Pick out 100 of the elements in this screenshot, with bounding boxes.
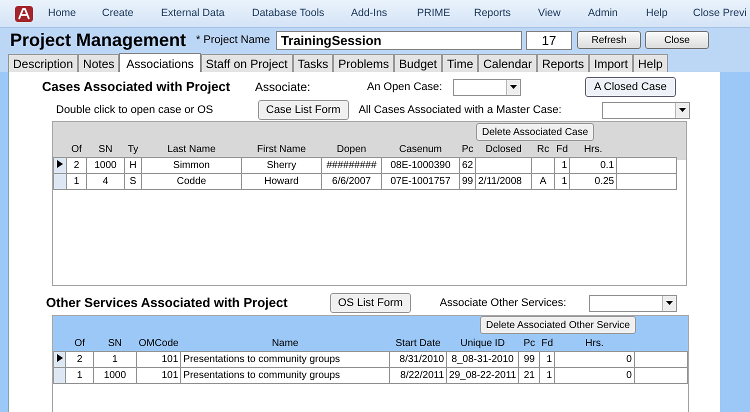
column-header: SN <box>93 336 136 352</box>
column-header: First Name <box>242 142 322 158</box>
menu-item[interactable]: Add-Ins <box>351 6 417 22</box>
menu-item[interactable]: Database Tools <box>252 6 351 22</box>
menu-item[interactable]: Admin <box>588 6 646 22</box>
table-cell: Simmon <box>142 158 242 174</box>
column-header: Pc <box>518 336 540 352</box>
row-pointer-icon <box>57 160 63 168</box>
table-cell: 1 <box>66 174 86 190</box>
column-header: SN <box>86 142 124 158</box>
field-label: * Project Name <box>196 32 270 48</box>
menu-item[interactable]: Close Previ <box>693 6 747 22</box>
column-header: Name <box>180 336 390 352</box>
row-pointer-icon <box>56 354 63 362</box>
column-header: Of <box>66 142 86 158</box>
menu-item[interactable]: Create <box>102 6 161 22</box>
tab[interactable]: Tasks <box>292 54 334 72</box>
delete-associated-case-button[interactable]: Delete Associated Case <box>476 123 594 141</box>
column-header: Fd <box>540 336 555 352</box>
table-cell: 8_08-31-2010 <box>446 352 519 368</box>
column-header: Ty <box>124 142 142 158</box>
table-cell: 1000 <box>93 368 136 384</box>
field-label: All Cases Associated with a Master Case: <box>358 102 563 118</box>
field-label: Associate: <box>255 79 312 96</box>
column-header: Hrs. <box>570 142 617 158</box>
table-cell: Codde <box>142 174 242 190</box>
tab[interactable]: Calendar <box>478 54 537 72</box>
project-number-field[interactable]: 17 <box>526 30 572 50</box>
table-cell: 0.25 <box>570 174 617 190</box>
column-header: Rc <box>532 142 555 158</box>
table-cell: 1 <box>554 174 570 190</box>
form-title: Project Management <box>10 28 186 52</box>
table-cell: 4 <box>86 174 124 190</box>
column-header: Start Date <box>390 336 447 352</box>
closed-case-button[interactable]: A Closed Case <box>585 77 676 97</box>
tab[interactable]: Help <box>633 54 668 72</box>
column-header: Dopen <box>322 142 382 158</box>
column-header: OMCode <box>136 336 181 352</box>
dropdown-button[interactable] <box>662 296 676 310</box>
menu-item[interactable]: Help <box>646 6 693 22</box>
dropdown-button[interactable] <box>674 102 689 118</box>
tab[interactable]: Time <box>442 54 478 72</box>
dropdown-arrow-icon <box>666 301 673 305</box>
table-cell: 101 <box>136 368 181 384</box>
table-cell: 6/6/2007 <box>322 174 382 190</box>
column-header: Unique ID <box>446 336 519 352</box>
table-cell: Howard <box>242 174 322 190</box>
menu-item[interactable]: Reports <box>474 6 538 22</box>
column-header: Pc <box>460 142 476 158</box>
tab[interactable]: Import <box>588 54 633 72</box>
column-header: Hrs. <box>554 336 634 352</box>
section-heading: Cases Associated with Project <box>42 78 232 96</box>
tab[interactable]: Associations <box>119 53 201 73</box>
section-heading: Other Services Associated with Project <box>46 294 289 312</box>
table-cell: 07E-1001757 <box>382 174 460 190</box>
table-cell: 29_08-22-2011 <box>446 368 519 384</box>
dropdown-button[interactable] <box>506 80 520 94</box>
table-cell: 0 <box>554 352 634 368</box>
project-name-field[interactable]: TrainingSession <box>276 30 522 50</box>
table-cell: Presentations to community groups <box>180 368 390 384</box>
tab[interactable]: Staff on Project <box>200 54 293 72</box>
table-cell: A <box>532 174 555 190</box>
table-cell: 21 <box>518 368 540 384</box>
table-cell: Sherry <box>242 158 322 174</box>
table-cell: 1 <box>540 368 555 384</box>
table-cell: Presentations to community groups <box>180 352 390 368</box>
column-header: Dclosed <box>476 142 532 158</box>
table-cell: 08E-1000390 <box>382 158 460 174</box>
column-header: Fd <box>554 142 570 158</box>
table-cell: 1 <box>66 368 94 384</box>
menu-item[interactable]: PRIME <box>417 6 474 22</box>
table-cell: 2/11/2008 <box>476 174 532 190</box>
header-button[interactable]: Refresh <box>577 31 642 49</box>
table-cell: 0 <box>554 368 634 384</box>
tab[interactable]: Description <box>8 54 78 72</box>
tab[interactable]: Reports <box>536 54 589 72</box>
menu-item[interactable]: Home <box>48 6 102 22</box>
row-selector[interactable] <box>54 352 66 368</box>
dropdown-arrow-icon <box>678 108 686 112</box>
tab[interactable]: Budget <box>394 54 442 72</box>
header-button[interactable]: Close <box>645 31 710 49</box>
table-cell: 8/22/2011 <box>390 368 447 384</box>
row-selector[interactable] <box>54 158 66 174</box>
column-header: Casenum <box>382 142 460 158</box>
case-list-button[interactable]: Case List Form <box>258 100 349 120</box>
tab[interactable]: Notes <box>78 54 120 72</box>
dropdown-arrow-icon <box>510 85 517 89</box>
delete-other-service-button[interactable]: Delete Associated Other Service <box>480 316 636 334</box>
app-logo-icon[interactable] <box>14 4 34 22</box>
menu-item[interactable]: External Data <box>161 6 252 22</box>
menu-item[interactable]: View <box>538 6 588 22</box>
table-cell: S <box>124 174 142 190</box>
column-header: Of <box>66 336 94 352</box>
os-list-button[interactable]: OS List Form <box>330 293 411 313</box>
tab[interactable]: Problems <box>333 54 394 72</box>
field-label: Associate Other Services: <box>440 296 568 311</box>
table-cell: 99 <box>460 174 476 190</box>
column-header: Last Name <box>142 142 242 158</box>
field-label: An Open Case: <box>367 80 444 95</box>
hint-text: Double click to open case or OS <box>56 102 214 118</box>
